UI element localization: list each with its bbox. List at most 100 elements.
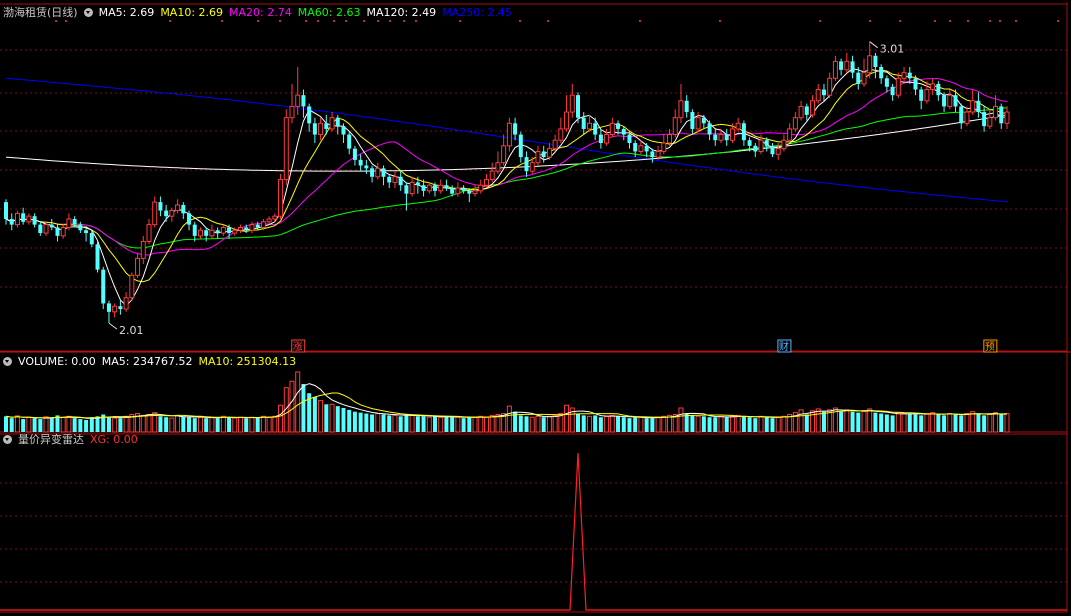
candle-body	[810, 100, 816, 116]
candle-body	[713, 134, 718, 141]
top-marker-dot	[317, 20, 319, 22]
stock-chart[interactable]: 3.01 2.01 涨 财 预	[0, 0, 1071, 616]
low-annotation: 2.01	[119, 324, 143, 337]
candle-body	[249, 224, 255, 231]
volume-bar	[650, 418, 655, 432]
volume-bar	[741, 416, 746, 432]
candle-body	[84, 230, 89, 234]
volume-bar	[616, 416, 621, 432]
candle-body	[438, 184, 444, 192]
candle-body	[581, 117, 586, 129]
candle-body	[901, 72, 907, 79]
candle-body	[501, 145, 507, 164]
volume-bar	[32, 418, 37, 432]
candle-body	[524, 157, 529, 172]
dropdown-arrow-icon[interactable]	[83, 8, 93, 17]
candle-body	[593, 123, 598, 135]
candle-body	[690, 112, 695, 129]
volume-bar	[455, 416, 461, 433]
volume-bar	[21, 419, 26, 432]
volume-bar	[609, 414, 615, 433]
top-marker-dot	[415, 20, 417, 22]
volume-bar	[564, 404, 570, 433]
volume-bar	[312, 396, 317, 432]
candle-body	[850, 61, 855, 73]
candle-body	[197, 229, 203, 237]
volume-bar	[426, 416, 432, 433]
volume-bar	[375, 413, 381, 433]
candle-body	[815, 89, 821, 102]
volume-bar	[260, 415, 266, 433]
candle-body	[856, 72, 861, 84]
volume-bar	[781, 415, 787, 433]
candle-body	[987, 117, 993, 127]
candle-body	[158, 202, 163, 211]
candle-body	[244, 227, 249, 231]
volume-bar	[936, 414, 941, 432]
volume-bar	[227, 417, 232, 432]
top-marker-dot	[639, 20, 641, 22]
volume-bar	[982, 415, 987, 432]
volume-bar	[919, 415, 924, 432]
volume-bar	[667, 414, 673, 433]
top-marker-dot	[989, 20, 991, 22]
dropdown-arrow-icon[interactable]	[3, 435, 12, 444]
volume-bar	[370, 414, 375, 432]
top-marker-dot	[967, 20, 969, 22]
candle-body	[621, 128, 626, 135]
volume-bar	[529, 416, 535, 433]
candle-body	[9, 218, 14, 225]
volume-bar	[255, 417, 260, 432]
volume-bar	[970, 411, 976, 433]
candle-body	[192, 224, 197, 236]
volume-bar	[324, 404, 329, 432]
candle-body	[238, 226, 244, 231]
volume-bar	[638, 416, 644, 433]
candle-body	[792, 117, 798, 130]
top-marker-dot	[65, 20, 67, 22]
top-marker-dot	[547, 20, 549, 22]
candle-body	[409, 181, 415, 195]
candle-body	[89, 233, 94, 245]
indicator-label: MA5: 2.69	[98, 6, 155, 19]
top-marker-dot	[345, 20, 347, 22]
candle-body	[495, 162, 501, 172]
top-marker-dot	[999, 20, 1001, 22]
dropdown-arrow-icon[interactable]	[3, 357, 12, 366]
volume-bar	[798, 409, 804, 433]
candle-body	[764, 140, 769, 146]
candle-body	[924, 89, 930, 102]
candle-body	[433, 185, 437, 191]
candle-body	[839, 61, 844, 70]
candle-body	[976, 100, 981, 113]
candle-body	[289, 105, 295, 119]
volume-bar	[9, 418, 14, 432]
radar-legend: 量价异变雷达 XG: 0.00	[3, 433, 150, 447]
volume-bar	[598, 417, 603, 432]
candle-body	[255, 224, 260, 228]
high-pointer	[869, 41, 879, 49]
candle-body	[489, 170, 495, 181]
volume-bar	[489, 414, 495, 433]
candle-body	[60, 226, 66, 237]
volume-bar	[60, 416, 66, 433]
volume-bar	[89, 417, 94, 432]
volume-bar	[78, 419, 83, 432]
volume-bar	[483, 416, 489, 433]
candle-body	[541, 151, 546, 158]
candle-body	[335, 117, 340, 127]
volume-bar	[959, 415, 964, 432]
volume-bar	[220, 415, 226, 433]
volume-bar	[266, 416, 272, 433]
ma60-line	[5, 107, 1008, 249]
candle-body	[472, 190, 478, 195]
volume-bar	[204, 418, 209, 432]
indicator-label: MA20: 2.74	[229, 6, 292, 19]
candle-body	[936, 83, 941, 96]
volume-bar	[335, 406, 340, 432]
volume-bar	[604, 415, 610, 433]
volume-bar	[890, 415, 895, 432]
candle-body	[78, 224, 83, 231]
candle-body	[970, 100, 976, 113]
candle-body	[633, 143, 638, 152]
